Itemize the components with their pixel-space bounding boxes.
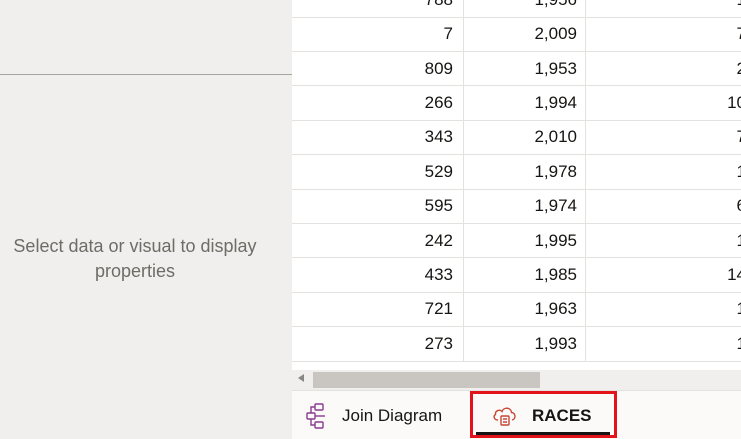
table-cell[interactable]: 1 bbox=[586, 224, 741, 258]
table-cell[interactable]: 809 bbox=[292, 51, 464, 86]
table-cell[interactable]: 1,974 bbox=[464, 189, 586, 223]
table-row[interactable]: 3432,0107 bbox=[292, 120, 741, 156]
table-cell[interactable]: 343 bbox=[292, 120, 464, 155]
table-cell[interactable]: 2,010 bbox=[464, 120, 586, 155]
table-cell[interactable]: 273 bbox=[292, 327, 464, 361]
data-grid[interactable]: 7881,956172,00978091,95322661,994103432,… bbox=[292, 0, 741, 366]
table-cell[interactable]: 433 bbox=[292, 258, 464, 292]
table-row[interactable]: 2661,99410 bbox=[292, 86, 741, 121]
table-row[interactable]: 7211,9631 bbox=[292, 292, 741, 328]
table-cell[interactable]: 266 bbox=[292, 86, 464, 120]
cloud-dataset-icon bbox=[492, 403, 518, 429]
tab-races-label: RACES bbox=[532, 405, 592, 425]
table-row[interactable]: 72,0097 bbox=[292, 17, 741, 52]
scrollbar-thumb[interactable] bbox=[313, 372, 540, 388]
table-cell[interactable]: 721 bbox=[292, 292, 464, 327]
table-cell[interactable]: 1 bbox=[586, 155, 741, 189]
tab-join-diagram-label: Join Diagram bbox=[342, 405, 443, 425]
table-cell[interactable]: 1,963 bbox=[464, 292, 586, 327]
table-cell[interactable]: 1 bbox=[586, 327, 741, 361]
table-cell[interactable]: 1,953 bbox=[464, 51, 586, 86]
bottom-tab-bar: Join Diagram RACES bbox=[292, 390, 741, 439]
table-row[interactable]: 7881,9561 bbox=[292, 0, 741, 18]
table-cell[interactable]: 242 bbox=[292, 223, 464, 258]
active-tab-indicator bbox=[476, 432, 610, 435]
table-row[interactable]: 8091,9532 bbox=[292, 51, 741, 87]
table-cell[interactable]: 1,993 bbox=[464, 327, 586, 361]
horizontal-scrollbar[interactable] bbox=[292, 370, 741, 390]
table-cell[interactable]: 1,985 bbox=[464, 258, 586, 292]
table-cell[interactable]: 1,978 bbox=[464, 155, 586, 189]
table-cell[interactable]: 6 bbox=[586, 189, 741, 223]
table-row[interactable]: 5951,9746 bbox=[292, 189, 741, 224]
table-cell[interactable]: 1 bbox=[586, 0, 741, 17]
table-row[interactable]: 5291,9781 bbox=[292, 155, 741, 190]
table-cell[interactable]: 7 bbox=[586, 17, 741, 51]
table-row[interactable]: 2731,9931 bbox=[292, 327, 741, 362]
table-cell[interactable]: 595 bbox=[292, 189, 464, 223]
tab-join-diagram[interactable]: Join Diagram bbox=[304, 391, 464, 439]
panel-divider bbox=[0, 74, 292, 75]
table-cell[interactable]: 2,009 bbox=[464, 17, 586, 51]
table-row[interactable]: 2421,9951 bbox=[292, 223, 741, 259]
table-cell[interactable]: 1,994 bbox=[464, 86, 586, 120]
table-cell[interactable]: 1,956 bbox=[464, 0, 586, 17]
table-row[interactable]: 4331,98514 bbox=[292, 258, 741, 293]
table-cell[interactable]: 7 bbox=[292, 17, 464, 51]
scroll-left-arrow-icon[interactable] bbox=[298, 374, 304, 382]
properties-panel: Select data or visual to display propert… bbox=[0, 0, 292, 439]
table-cell[interactable]: 529 bbox=[292, 155, 464, 189]
properties-empty-message: Select data or visual to display propert… bbox=[13, 236, 257, 281]
table-cell[interactable]: 1,995 bbox=[464, 223, 586, 258]
table-cell[interactable]: 10 bbox=[586, 86, 741, 120]
table-cell[interactable]: 14 bbox=[586, 258, 741, 292]
table-cell[interactable]: 1 bbox=[586, 293, 741, 327]
table-cell[interactable]: 2 bbox=[586, 52, 741, 86]
table-cell[interactable]: 788 bbox=[292, 0, 464, 17]
table-cell[interactable]: 7 bbox=[586, 121, 741, 155]
join-diagram-icon bbox=[304, 402, 330, 429]
